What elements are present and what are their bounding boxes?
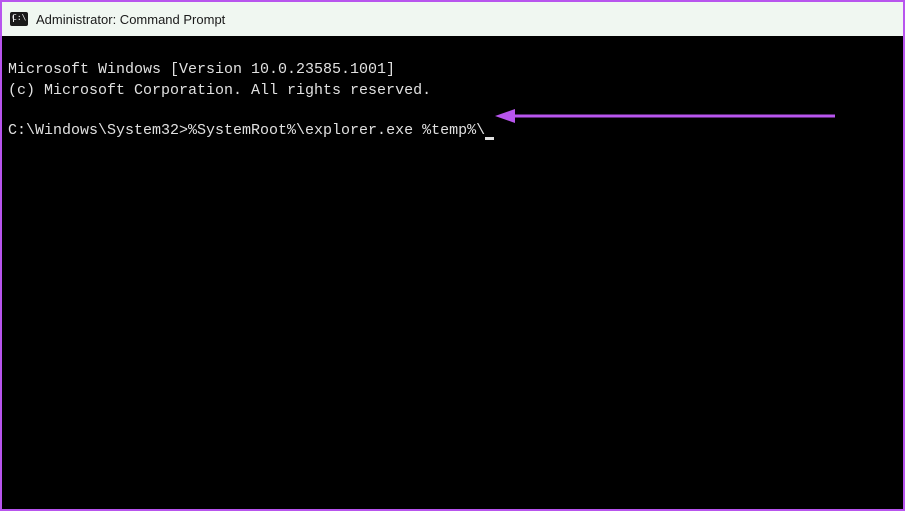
terminal-command-input[interactable]: %SystemRoot%\explorer.exe %temp%\ bbox=[188, 122, 485, 139]
terminal-line-copyright: (c) Microsoft Corporation. All rights re… bbox=[8, 82, 431, 99]
terminal-line-version: Microsoft Windows [Version 10.0.23585.10… bbox=[8, 61, 395, 78]
cmd-window: C:\ Administrator: Command Prompt Micros… bbox=[2, 2, 903, 509]
titlebar[interactable]: C:\ Administrator: Command Prompt bbox=[2, 2, 903, 36]
text-cursor bbox=[485, 137, 494, 140]
annotation-arrow-icon bbox=[495, 108, 835, 124]
cmd-icon: C:\ bbox=[10, 12, 28, 26]
terminal-prompt: C:\Windows\System32> bbox=[8, 122, 188, 139]
window-title: Administrator: Command Prompt bbox=[36, 12, 225, 27]
terminal-area[interactable]: Microsoft Windows [Version 10.0.23585.10… bbox=[2, 36, 903, 509]
